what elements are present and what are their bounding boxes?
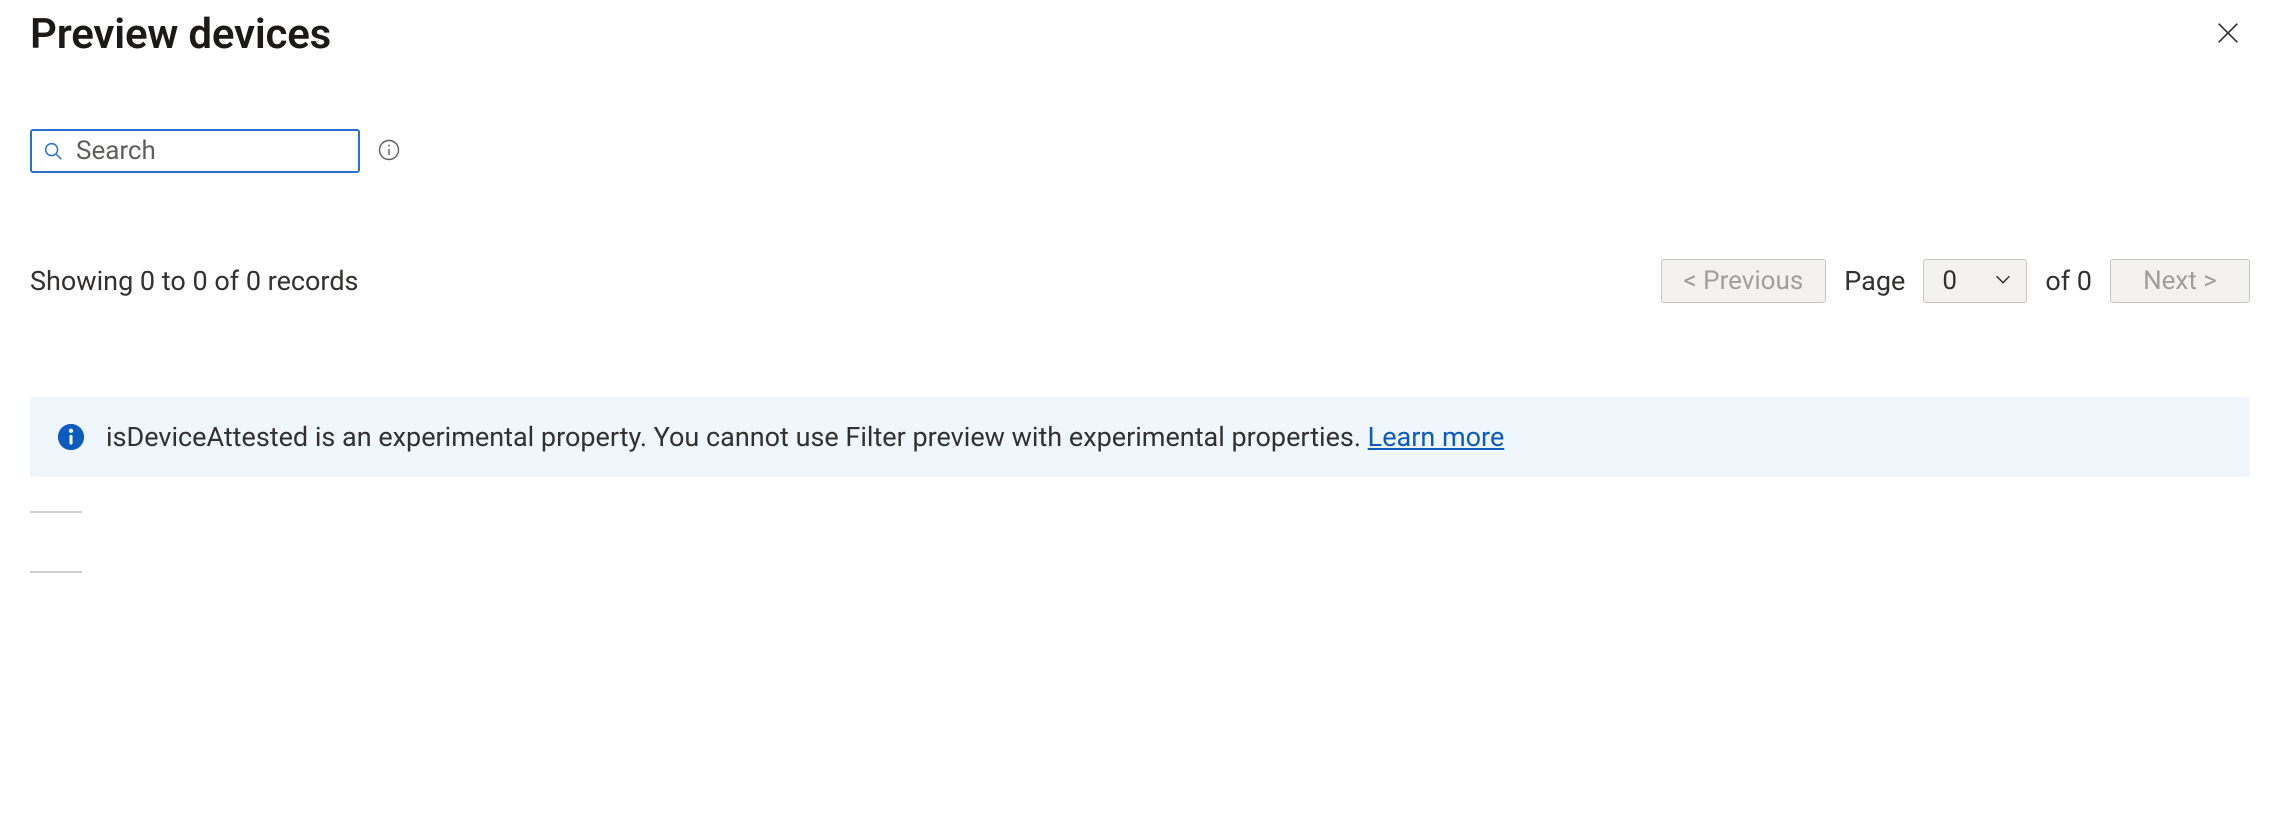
panel-header: Preview devices xyxy=(30,10,2250,59)
divider xyxy=(30,571,82,573)
learn-more-link[interactable]: Learn more xyxy=(1368,421,1505,453)
next-button[interactable]: Next > xyxy=(2110,259,2250,303)
info-banner-message: isDeviceAttested is an experimental prop… xyxy=(106,421,1368,453)
search-icon xyxy=(42,140,64,162)
search-row xyxy=(30,129,2250,173)
info-icon xyxy=(377,138,401,165)
search-input[interactable] xyxy=(74,135,412,167)
records-summary: Showing 0 to 0 of 0 records xyxy=(30,265,359,297)
previous-button[interactable]: < Previous xyxy=(1661,259,1827,303)
page-title: Preview devices xyxy=(30,10,331,59)
info-banner-text: isDeviceAttested is an experimental prop… xyxy=(106,421,1504,453)
preview-devices-panel: Preview devices xyxy=(0,0,2280,836)
chevron-down-icon xyxy=(1992,268,2014,294)
close-icon xyxy=(2214,19,2242,50)
info-solid-icon xyxy=(58,424,84,450)
of-label: of 0 xyxy=(2045,265,2092,297)
search-box[interactable] xyxy=(30,129,360,173)
page-label: Page xyxy=(1844,265,1905,297)
page-select-value: 0 xyxy=(1942,266,1957,296)
info-banner: isDeviceAttested is an experimental prop… xyxy=(30,397,2250,477)
close-button[interactable] xyxy=(2206,13,2250,57)
search-info-button[interactable] xyxy=(376,138,402,164)
footer-marks xyxy=(30,511,2250,573)
pager: < Previous Page 0 of 0 Next > xyxy=(1661,259,2251,303)
paging-row: Showing 0 to 0 of 0 records < Previous P… xyxy=(30,259,2250,303)
page-select[interactable]: 0 xyxy=(1923,259,2027,303)
divider xyxy=(30,511,82,513)
